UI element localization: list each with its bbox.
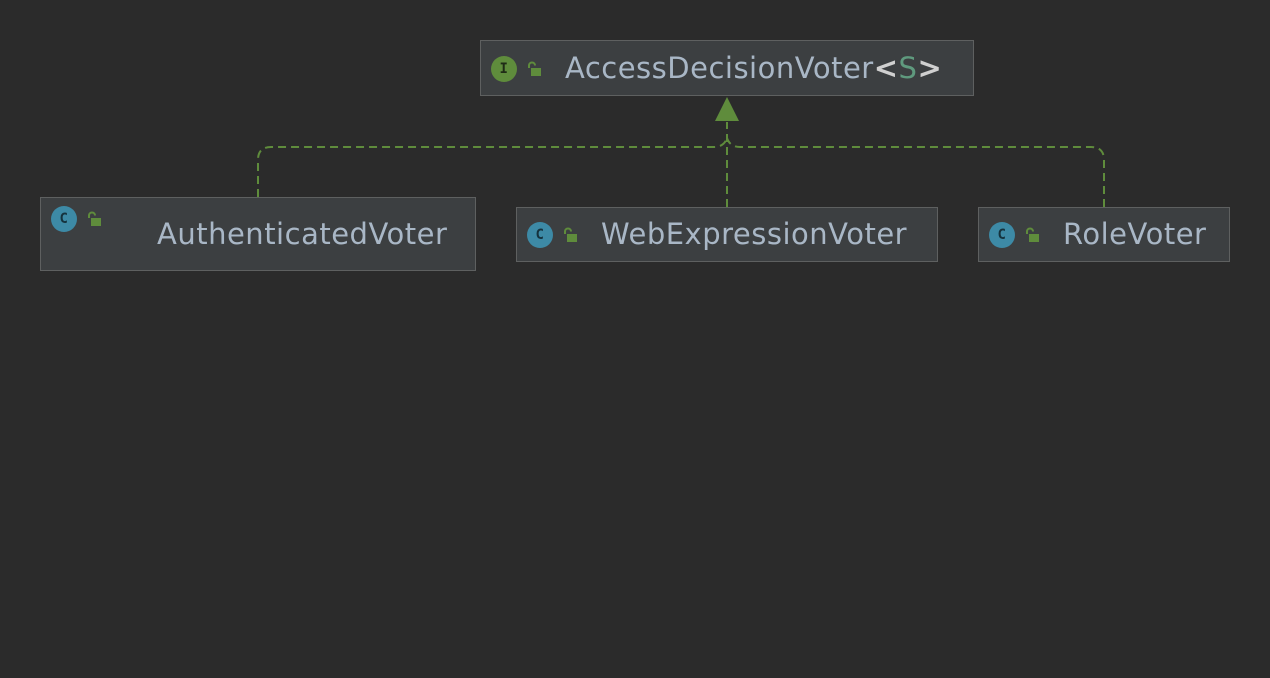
class-icon: C <box>51 206 77 232</box>
edge-rolevoter-implements <box>726 137 1105 207</box>
class-node-webexpressionvoter[interactable]: C WebExpressionVoter <box>516 207 938 262</box>
class-icon: C <box>989 222 1015 248</box>
inheritance-arrowhead-icon <box>715 97 739 121</box>
edges-layer <box>257 97 1105 207</box>
type-parameter: S <box>898 51 918 85</box>
public-lock-icon <box>88 211 101 226</box>
public-lock-icon <box>1026 227 1039 242</box>
interface-name: AccessDecisionVoter <box>565 51 874 85</box>
class-icon: C <box>527 222 553 248</box>
interface-node-accessdecisionvoter[interactable]: I AccessDecisionVoter<S> <box>480 40 974 96</box>
class-node-rolevoter[interactable]: C RoleVoter <box>978 207 1230 262</box>
class-name-label: AuthenticatedVoter <box>157 217 448 251</box>
public-lock-icon <box>564 227 577 242</box>
class-name-label: WebExpressionVoter <box>601 217 908 251</box>
interface-name-label: AccessDecisionVoter<S> <box>565 51 942 85</box>
type-close-bracket: > <box>917 51 943 85</box>
interface-icon: I <box>491 56 517 82</box>
class-node-authenticatedvoter[interactable]: C AuthenticatedVoter <box>40 197 476 271</box>
class-name-label: RoleVoter <box>1063 217 1207 251</box>
edge-authenticatedvoter-implements <box>257 137 728 197</box>
diagram-canvas: I AccessDecisionVoter<S> C Authenticated… <box>0 0 1270 678</box>
public-lock-icon <box>528 61 541 76</box>
type-open-bracket: < <box>873 51 899 85</box>
